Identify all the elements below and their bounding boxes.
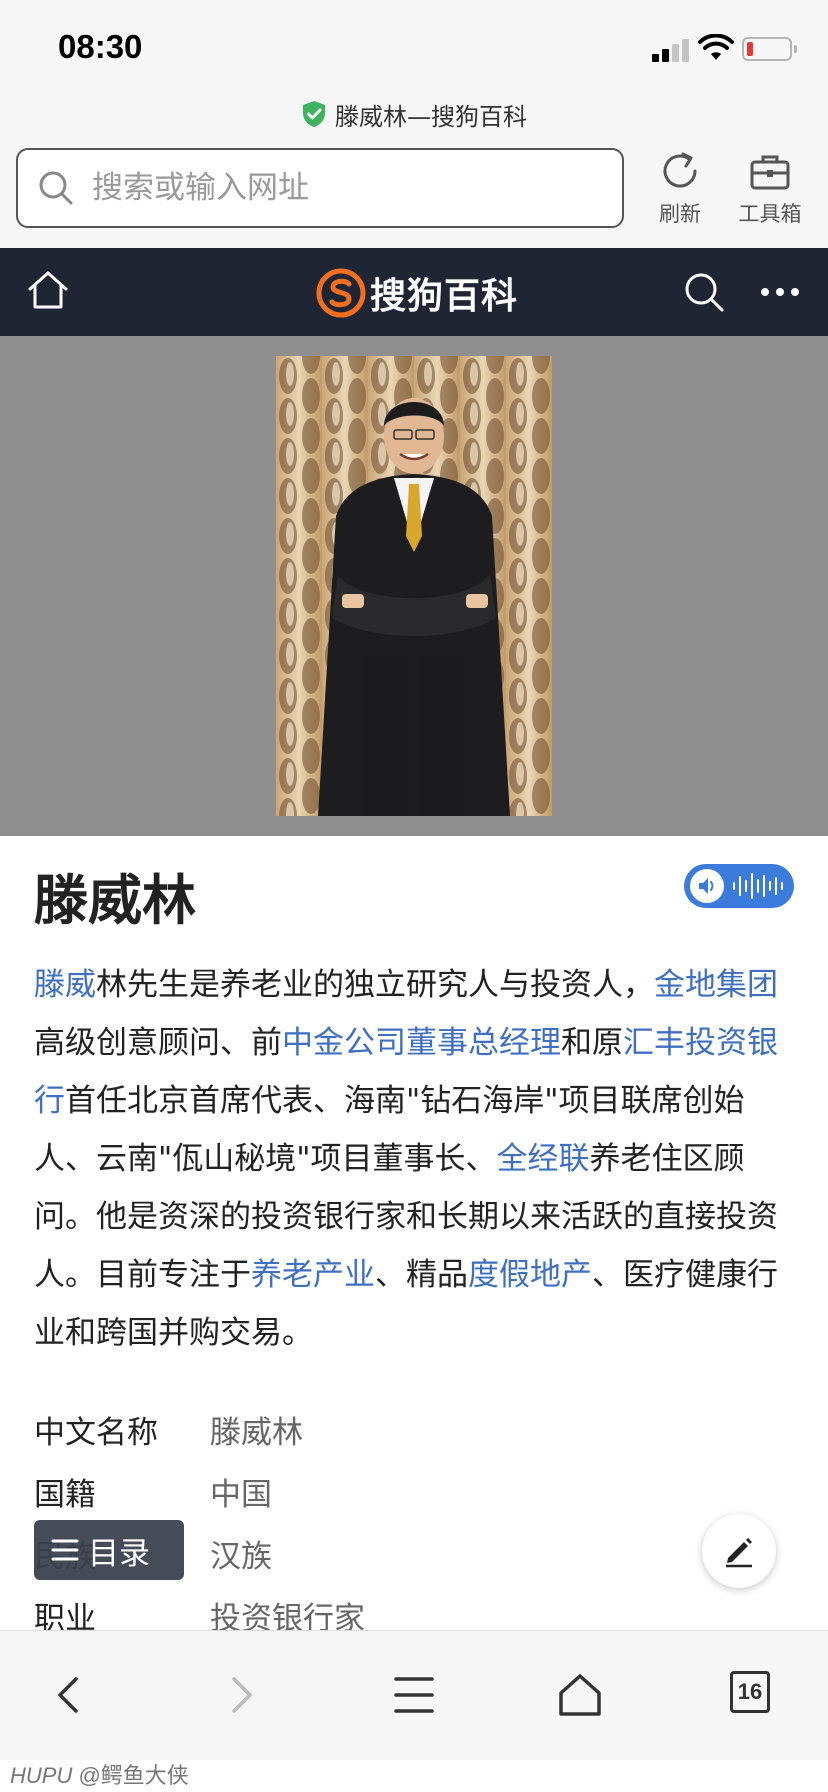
address-bar[interactable] <box>16 148 624 228</box>
speaker-icon <box>690 869 724 903</box>
article-title: 滕威林 <box>34 869 196 932</box>
sogou-logo-icon <box>316 268 366 318</box>
home-outline-icon <box>559 1674 601 1716</box>
info-row: 国籍 中国 <box>34 1460 796 1522</box>
summary-text: 和原 <box>561 1025 623 1061</box>
page-title: 滕威林—搜狗百科 <box>335 102 527 131</box>
browser-bottom-toolbar: 16 <box>0 1630 828 1760</box>
summary-text: 高级创意顾问、前 <box>34 1025 282 1061</box>
info-value: 汉族 <box>210 1538 272 1575</box>
forward-button[interactable] <box>210 1665 270 1725</box>
summary-text: 林先生是养老业的独立研究人与投资人， <box>96 967 654 1003</box>
summary-link[interactable]: 养老产业 <box>251 1257 375 1293</box>
summary-text: 、精品 <box>375 1257 468 1293</box>
watermark-site: HUPU <box>10 1763 73 1788</box>
toolbox-icon <box>750 155 790 190</box>
status-bar: 08:30 <box>0 0 828 92</box>
home-button[interactable] <box>550 1665 610 1725</box>
home-icon[interactable] <box>26 268 70 312</box>
site-nav-bar: 搜狗百科 <box>0 248 828 336</box>
watermark: HUPU @鳄鱼大侠 <box>10 1758 189 1790</box>
refresh-button[interactable]: 刷新 <box>642 148 718 234</box>
summary-link[interactable]: 全经联 <box>497 1141 590 1177</box>
summary-link[interactable]: 度假地产 <box>468 1257 592 1293</box>
more-options-icon[interactable] <box>758 272 802 312</box>
info-key: 中文名称 <box>34 1414 158 1451</box>
info-value: 中国 <box>210 1476 272 1513</box>
cellular-signal-icon <box>652 34 692 62</box>
status-time: 08:30 <box>58 28 143 65</box>
refresh-icon <box>663 152 697 188</box>
audio-waveform-icon <box>733 873 783 899</box>
secure-shield-icon <box>303 101 325 127</box>
search-icon <box>39 171 73 205</box>
listen-audio-button[interactable] <box>684 864 794 908</box>
back-button[interactable] <box>40 1665 100 1725</box>
info-value: 滕威林 <box>210 1414 303 1451</box>
menu-button[interactable] <box>384 1665 444 1725</box>
refresh-label: 刷新 <box>659 202 701 226</box>
toolbox-label: 工具箱 <box>738 202 802 226</box>
table-of-contents-button[interactable]: 目录 <box>34 1520 184 1580</box>
site-logo-text: 搜狗百科 <box>370 276 519 317</box>
sogou-baike-logo[interactable]: 搜狗百科 <box>316 266 518 320</box>
battery-level-fill <box>747 42 754 56</box>
back-arrow-icon <box>58 1677 78 1713</box>
hero-image-area <box>0 336 828 836</box>
info-row: 中文名称 滕威林 <box>34 1398 796 1460</box>
tabs-count-button[interactable]: 16 <box>730 1671 770 1713</box>
toc-label: 目录 <box>88 1535 150 1572</box>
summary-link[interactable]: 滕威 <box>34 967 96 1003</box>
menu-list-icon <box>51 1539 79 1561</box>
battery-icon <box>742 37 797 61</box>
pencil-icon <box>726 1538 752 1568</box>
toolbox-button[interactable]: 工具箱 <box>732 148 808 234</box>
hamburger-menu-icon <box>394 1677 434 1713</box>
edit-entry-button[interactable] <box>702 1514 776 1588</box>
wifi-icon <box>698 34 734 60</box>
info-key: 国籍 <box>34 1476 96 1513</box>
portrait-illustration <box>276 356 552 816</box>
page-title-row: 滕威林—搜狗百科 <box>0 94 828 134</box>
summary-link[interactable]: 中金公司董事总经理 <box>282 1025 561 1061</box>
portrait-photo[interactable] <box>276 356 552 816</box>
site-search-icon[interactable] <box>682 270 726 314</box>
forward-arrow-icon <box>232 1677 252 1713</box>
browser-header: 滕威林—搜狗百科 刷新 工具箱 <box>0 92 828 248</box>
summary-link[interactable]: 金地集团 <box>654 967 778 1003</box>
address-input[interactable] <box>92 170 572 206</box>
watermark-user: @鳄鱼大侠 <box>78 1763 189 1788</box>
article-summary: 滕威林先生是养老业的独立研究人与投资人，金地集团高级创意顾问、前中金公司董事总经… <box>34 956 796 1362</box>
